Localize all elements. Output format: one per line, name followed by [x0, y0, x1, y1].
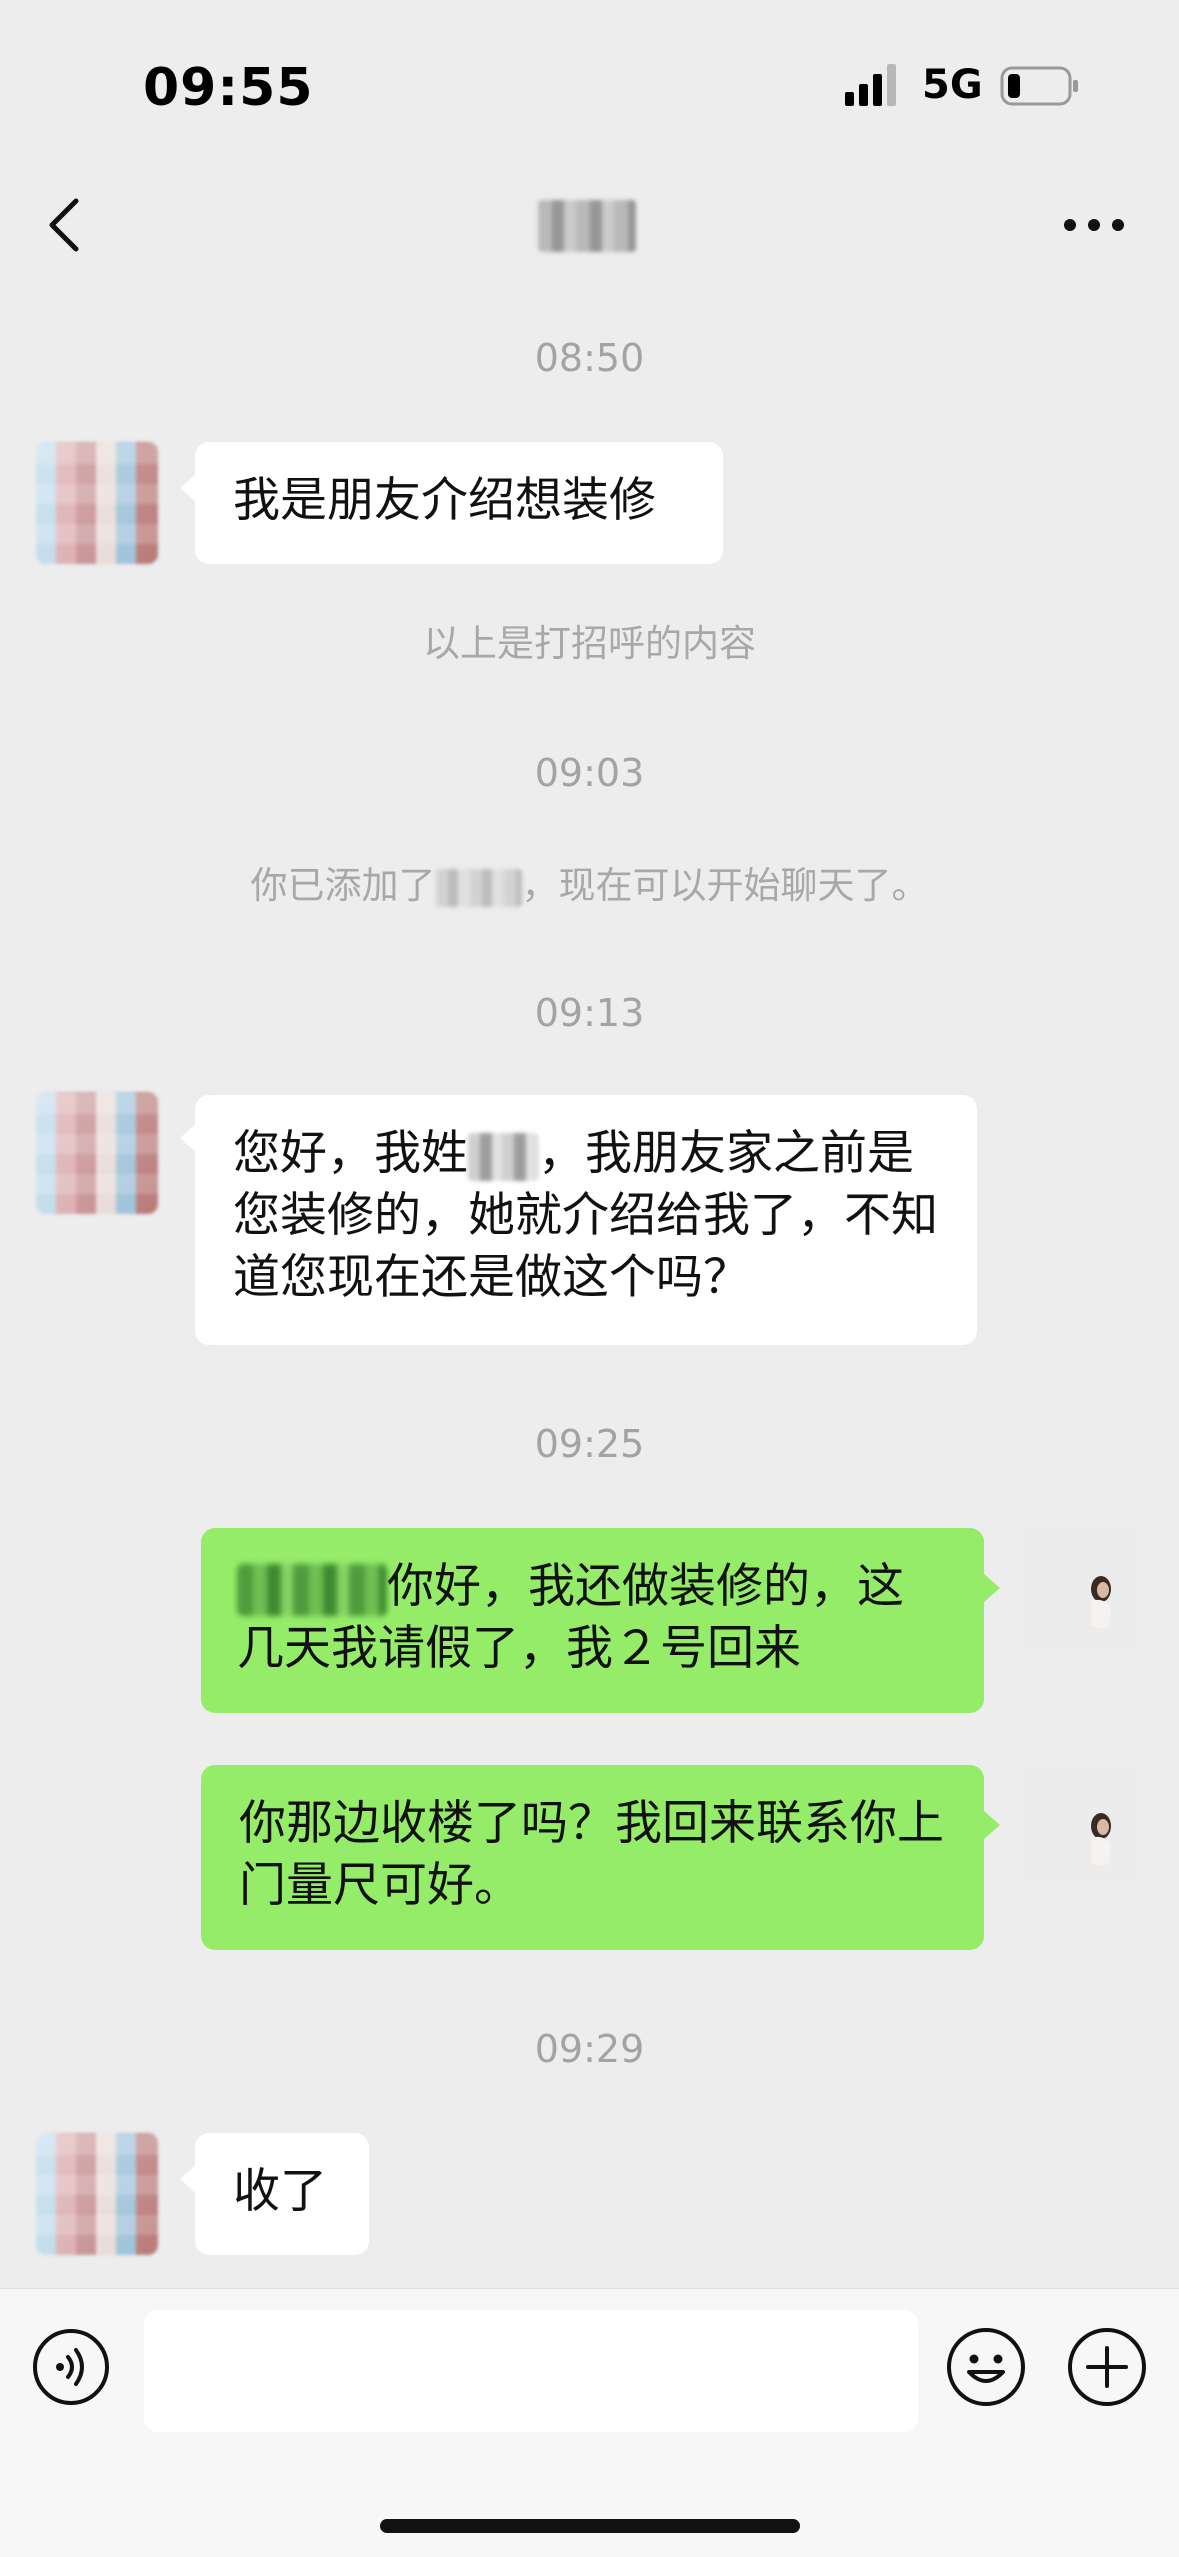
- greeting-tip: 以上是打招呼的内容: [423, 622, 756, 665]
- message-text: 收了: [233, 2164, 327, 2219]
- message-text-part1: 您好，我姓: [233, 1126, 468, 1181]
- emoji-icon[interactable]: [945, 2326, 1027, 2408]
- chat-title: [538, 200, 636, 252]
- incoming-message[interactable]: 我是朋友介绍想装修: [195, 442, 723, 564]
- notice-suffix: ，现在可以开始聊天了。: [521, 864, 929, 907]
- notice-prefix: 你已添加了: [250, 864, 436, 907]
- home-indicator[interactable]: [380, 2519, 800, 2533]
- bubble-tail: [180, 1124, 196, 1152]
- voice-icon[interactable]: [32, 2328, 110, 2406]
- message-input[interactable]: [144, 2310, 918, 2432]
- outgoing-message[interactable]: 你好，我还做装修的，这几天我请假了，我２号回来: [201, 1528, 984, 1713]
- network-type: 5G: [922, 62, 983, 108]
- battery-icon: [1000, 66, 1078, 106]
- timestamp: 09:13: [534, 991, 645, 1035]
- redacted-name: [237, 1563, 387, 1616]
- incoming-message[interactable]: 收了: [195, 2133, 369, 2255]
- bubble-tail: [984, 1574, 1000, 1602]
- timestamp: 09:03: [534, 751, 645, 795]
- friend-avatar[interactable]: [36, 2133, 158, 2255]
- more-icon[interactable]: [1062, 205, 1126, 245]
- redacted-surname: [468, 1132, 538, 1181]
- my-avatar[interactable]: [1019, 1764, 1141, 1886]
- incoming-message[interactable]: 您好，我姓 ，我朋友家之前是您装修的，她就介绍给我了，不知道您现在还是做这个吗？: [195, 1095, 977, 1345]
- friend-avatar[interactable]: [36, 1092, 158, 1214]
- timestamp: 09:25: [534, 1422, 645, 1466]
- friend-added-notice: 你已添加了 ，现在可以开始聊天了。: [0, 855, 1179, 909]
- bubble-tail: [180, 474, 196, 502]
- friend-avatar[interactable]: [36, 442, 158, 564]
- cellular-signal-icon: [845, 64, 896, 106]
- redacted-name: [435, 868, 522, 907]
- plus-icon[interactable]: [1066, 2326, 1148, 2408]
- status-time: 09:55: [143, 58, 314, 118]
- my-avatar[interactable]: [1019, 1527, 1141, 1649]
- bubble-tail: [180, 2165, 196, 2193]
- outgoing-message[interactable]: 你那边收楼了吗？我回来联系你上门量尺可好。: [201, 1765, 984, 1950]
- timestamp: 08:50: [534, 336, 645, 380]
- chevron-left-icon[interactable]: [40, 195, 90, 255]
- message-text: 我是朋友介绍想装修: [233, 473, 656, 528]
- bubble-tail: [984, 1811, 1000, 1839]
- timestamp: 09:29: [534, 2027, 645, 2071]
- message-text: 你那边收楼了吗？我回来联系你上门量尺可好。: [239, 1796, 944, 1913]
